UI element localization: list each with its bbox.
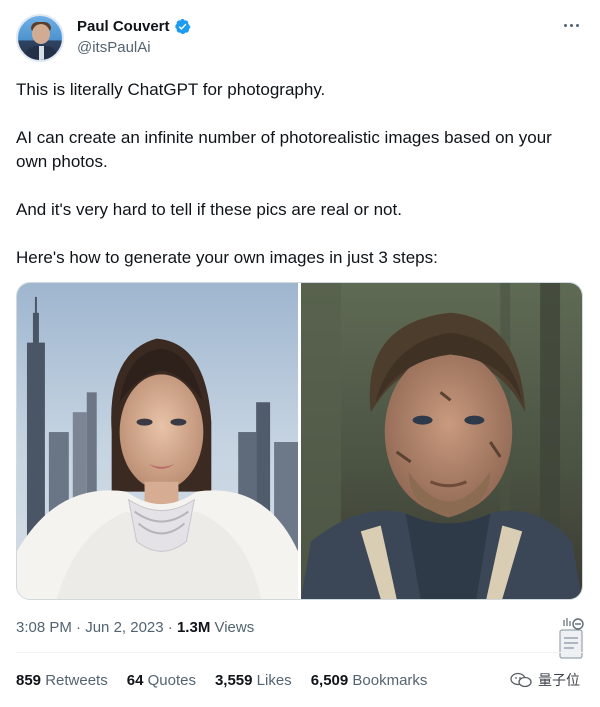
retweets-label: Retweets <box>41 672 108 689</box>
views-count: 1.3M <box>176 619 211 636</box>
author-name-row: Paul Couvert <box>77 18 191 35</box>
bookmarks-stat[interactable]: 6,509 Bookmarks <box>311 672 428 689</box>
tweet-header: Paul Couvert @itsPaulAi <box>16 12 586 64</box>
likes-stat[interactable]: 3,559 Likes <box>215 672 292 689</box>
bookmarks-label: Bookmarks <box>348 672 428 689</box>
wechat-icon <box>510 672 532 688</box>
verified-badge-icon <box>174 18 191 35</box>
tweet-time[interactable]: 3:08 PM <box>16 619 72 636</box>
tweet-image-man[interactable] <box>301 283 582 599</box>
tweet-paragraph: Here's how to generate your own images i… <box>16 248 438 267</box>
tweet-paragraph: And it's very hard to tell if these pics… <box>16 200 402 219</box>
meta-separator: · <box>71 619 86 636</box>
author-display-name[interactable]: Paul Couvert <box>77 18 170 35</box>
retweets-count: 859 <box>16 672 42 689</box>
tweet-paragraph: AI can create an infinite number of phot… <box>16 128 552 171</box>
watermark-text: 量子位 <box>538 672 580 688</box>
avatar[interactable] <box>16 14 64 62</box>
watermark: 量子位 <box>510 670 580 690</box>
retweets-stat[interactable]: 859 Retweets <box>16 672 108 689</box>
tweet-paragraph: This is literally ChatGPT for photograph… <box>16 80 326 99</box>
meta-separator: · <box>163 619 177 636</box>
quotes-count: 64 <box>126 672 144 689</box>
likes-count: 3,559 <box>214 672 253 689</box>
document-icon <box>559 618 584 659</box>
bookmarks-count: 6,509 <box>310 672 349 689</box>
avatar-face <box>32 24 50 44</box>
tweet-image-woman[interactable] <box>17 283 298 599</box>
likes-label: Likes <box>252 672 292 689</box>
author-handle[interactable]: @itsPaulAi <box>77 39 151 56</box>
tweet-meta: 3:08 PM · Jun 2, 2023 · 1.3M Views <box>16 619 254 636</box>
divider <box>16 652 584 653</box>
avatar-shirt <box>39 46 44 60</box>
quotes-stat[interactable]: 64 Quotes <box>127 672 196 689</box>
tweet-stats: 859 Retweets 64 Quotes 3,559 Likes 6,509… <box>16 672 427 689</box>
tweet-media <box>16 282 583 600</box>
quotes-label: Quotes <box>143 672 196 689</box>
more-options-icon[interactable] <box>564 20 584 30</box>
views-label: Views <box>210 619 255 636</box>
tweet-date[interactable]: Jun 2, 2023 <box>85 619 163 636</box>
tweet-text: This is literally ChatGPT for photograph… <box>16 78 584 294</box>
